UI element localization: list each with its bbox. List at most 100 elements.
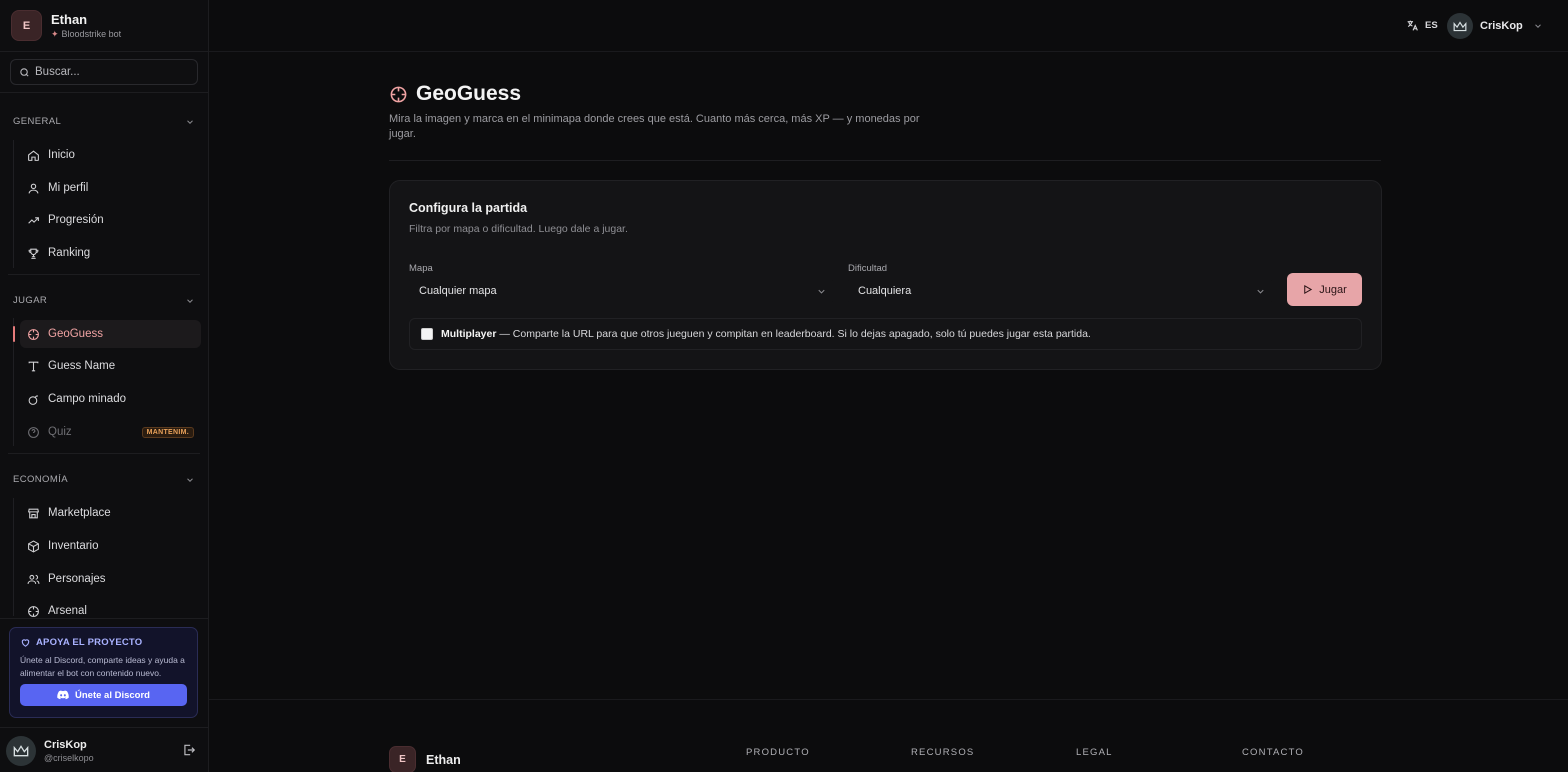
difficulty-select-value: Cualquiera [858, 285, 912, 297]
sidebar-item-label: Campo minado [48, 393, 126, 405]
multiplayer-option[interactable]: Multiplayer — Comparte la URL para que o… [409, 318, 1362, 350]
sidebar-item-label: Marketplace [48, 507, 111, 519]
sidebar: E Ethan ✦ Bloodstrike bot GENERAL Inicio… [0, 0, 209, 772]
multiplayer-checkbox[interactable] [421, 328, 433, 340]
sidebar-item-label: Progresión [48, 214, 104, 226]
store-icon [27, 508, 40, 518]
sidebar-divider [0, 727, 208, 728]
users-icon [27, 574, 40, 584]
card-title: Configura la partida [409, 201, 528, 215]
footer-brand[interactable]: E Ethan [389, 746, 461, 772]
map-select[interactable]: Cualquier mapa [409, 278, 833, 304]
sidebar-item-progresion[interactable]: Progresión [20, 206, 201, 234]
sidebar-item-quiz[interactable]: Quiz MANTENIM. [20, 418, 201, 446]
active-indicator [13, 326, 15, 342]
multiplayer-description: Multiplayer — Comparte la URL para que o… [441, 328, 1091, 340]
chevron-down-icon [1257, 289, 1264, 294]
discord-icon [57, 690, 69, 700]
logout-icon[interactable] [182, 743, 196, 757]
sidebar-item-label: Quiz [48, 426, 72, 438]
sidebar-item-guess-name[interactable]: Guess Name [20, 352, 201, 380]
sidebar-item-geoguess[interactable]: GeoGuess [20, 320, 201, 348]
search-box[interactable] [10, 59, 198, 85]
translate-icon [1407, 20, 1418, 31]
play-button-label: Jugar [1319, 283, 1347, 296]
play-icon [1304, 284, 1313, 295]
box-icon [28, 539, 39, 553]
sidebar-item-inventario[interactable]: Inventario [20, 532, 201, 560]
sidebar-item-ranking[interactable]: Ranking [20, 239, 201, 267]
sidebar-item-arsenal[interactable]: Arsenal [20, 597, 201, 625]
sidebar-item-mi-perfil[interactable]: Mi perfil [20, 174, 201, 202]
crown-logo-icon [13, 745, 29, 757]
tree-line [13, 498, 14, 616]
user-name: CrisKop [44, 739, 87, 751]
sidebar-item-personajes[interactable]: Personajes [20, 565, 201, 593]
crosshair-icon [28, 328, 39, 340]
sidebar-item-label: Mi perfil [48, 182, 89, 194]
support-card: APOYA EL PROYECTO Únete al Discord, comp… [9, 627, 198, 718]
support-title: APOYA EL PROYECTO [20, 637, 187, 648]
join-discord-button[interactable]: Únete al Discord [20, 684, 187, 706]
sidebar-item-label: Guess Name [48, 360, 116, 372]
difficulty-label: Dificultad [848, 263, 888, 274]
user-profile[interactable]: CrisKop @criselkopo [6, 736, 202, 766]
footer-divider [209, 699, 1568, 700]
multiplayer-text: — Comparte la URL para que otros jueguen… [499, 328, 1091, 340]
user-menu[interactable]: CrisKop [1447, 13, 1543, 39]
sidebar-item-inicio[interactable]: Inicio [20, 141, 201, 169]
tree-line [13, 140, 14, 268]
topbar: ES CrisKop [209, 0, 1568, 52]
crosshair-icon [390, 86, 407, 102]
section-header-general[interactable]: GENERAL [13, 116, 195, 127]
trophy-icon [28, 248, 39, 259]
sidebar-item-label: Inicio [48, 149, 75, 161]
chevron-down-icon [818, 289, 825, 294]
sidebar-item-label: Ranking [48, 247, 91, 259]
chevron-down-icon [187, 119, 193, 124]
language-code: ES [1425, 20, 1438, 31]
language-switcher[interactable]: ES [1406, 19, 1438, 32]
bomb-icon [28, 394, 39, 405]
sidebar-divider [0, 51, 208, 52]
join-discord-label: Únete al Discord [75, 689, 150, 701]
section-header-jugar[interactable]: JUGAR [13, 295, 195, 306]
sidebar-item-label: Inventario [48, 540, 99, 552]
chevron-down-icon [187, 298, 193, 303]
footer-heading-legal: LEGAL [1076, 747, 1113, 758]
sidebar-item-marketplace[interactable]: Marketplace [20, 499, 201, 527]
user-menu-name: CrisKop [1480, 20, 1523, 32]
brand-subtitle: ✦ Bloodstrike bot [51, 29, 121, 40]
difficulty-select[interactable]: Cualquiera [848, 278, 1272, 304]
brand-subtitle-text: Bloodstrike bot [61, 29, 122, 39]
user-icon [28, 183, 39, 193]
page-description: Mira la imagen y marca en el minimapa do… [389, 113, 920, 140]
page-title-text: GeoGuess [416, 82, 522, 105]
footer-heading-producto: PRODUCTO [746, 747, 810, 758]
footer-logo: E [389, 746, 416, 772]
play-button[interactable]: Jugar [1287, 273, 1362, 306]
brand[interactable]: E Ethan ✦ Bloodstrike bot [11, 10, 121, 41]
sidebar-divider [8, 453, 200, 454]
crown-logo-icon [1453, 20, 1467, 31]
trending-up-icon [28, 216, 39, 224]
sidebar-item-label: GeoGuess [48, 328, 103, 340]
sidebar-item-campo-minado[interactable]: Campo minado [20, 385, 201, 413]
type-icon [28, 361, 39, 371]
map-label: Mapa [409, 263, 433, 274]
support-title-text: APOYA EL PROYECTO [36, 637, 143, 648]
search-input[interactable] [35, 66, 185, 78]
avatar [1447, 13, 1473, 39]
crosshair-icon [28, 605, 39, 617]
brand-name: Ethan [51, 11, 88, 27]
section-title: ECONOMÍA [13, 474, 68, 485]
sparkles-icon: ✦ [51, 28, 59, 39]
support-text: Únete al Discord, comparte ideas y ayuda… [20, 655, 185, 678]
footer-heading-contacto: CONTACTO [1242, 747, 1305, 758]
section-title: GENERAL [13, 116, 62, 127]
chevron-down-icon [187, 477, 193, 482]
brand-logo: E [11, 10, 42, 41]
footer-brand-name: Ethan [426, 752, 461, 767]
section-header-economia[interactable]: ECONOMÍA [13, 474, 195, 485]
sidebar-divider [0, 92, 208, 93]
